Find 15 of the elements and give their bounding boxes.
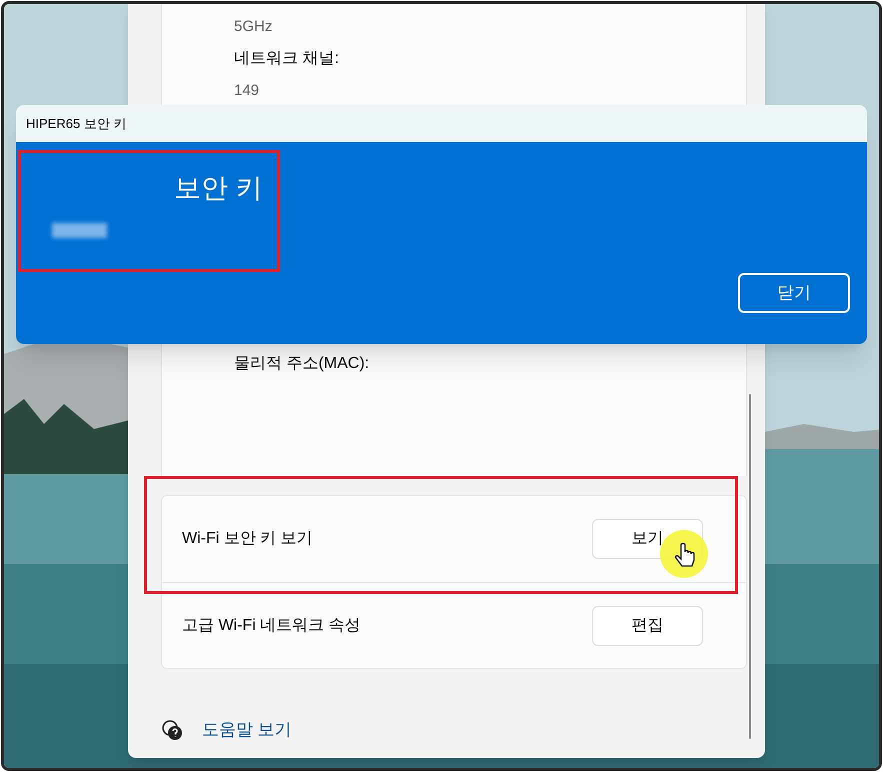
hand-cursor-icon: [659, 529, 709, 579]
detail-value: 149: [234, 81, 260, 101]
blurred-key: [52, 223, 107, 238]
close-button[interactable]: 닫기: [738, 273, 850, 313]
help-icon: [161, 718, 183, 741]
setting-label: 고급 Wi-Fi 네트워크 속성: [182, 616, 361, 636]
dialog-title: HIPER65 보안 키: [26, 114, 126, 133]
detail-label: 물리적 주소(MAC):: [234, 354, 370, 374]
detail-value: 5GHz: [234, 17, 274, 37]
detail-label: 네트워크 채널:: [234, 49, 340, 69]
help-link[interactable]: 도움말 보기: [202, 717, 292, 742]
setting-label: Wi-Fi 보안 키 보기: [182, 529, 313, 549]
dialog-heading: 보안 키: [174, 172, 263, 205]
scrollbar[interactable]: [749, 394, 751, 739]
setting-button[interactable]: 편집: [592, 606, 703, 646]
